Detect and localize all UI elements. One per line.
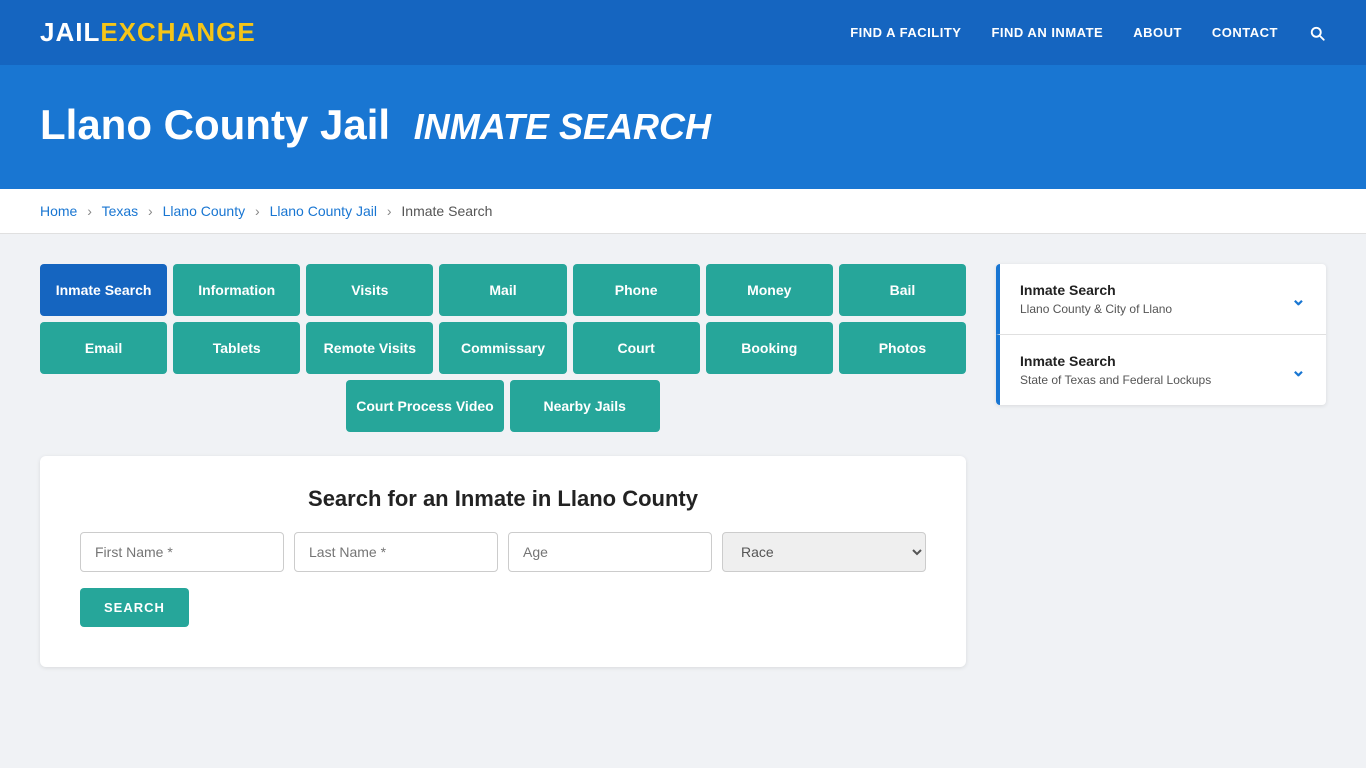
tab-tablets[interactable]: Tablets [173,322,300,374]
sep4: › [387,203,392,219]
nav-find-inmate[interactable]: FIND AN INMATE [991,25,1103,40]
tab-mail[interactable]: Mail [439,264,566,316]
first-name-input[interactable] [80,532,284,572]
sidebar-item-state-text: Inmate Search State of Texas and Federal… [1020,353,1211,387]
main-nav: FIND A FACILITY FIND AN INMATE ABOUT CON… [850,24,1326,42]
tab-commissary[interactable]: Commissary [439,322,566,374]
sep1: › [87,203,92,219]
breadcrumb-home[interactable]: Home [40,203,77,219]
tab-court-process-video[interactable]: Court Process Video [346,380,503,432]
site-logo[interactable]: JAILEXCHANGE [40,17,256,48]
sep3: › [255,203,260,219]
breadcrumb-llano-jail[interactable]: Llano County Jail [270,203,377,219]
breadcrumb-llano-county[interactable]: Llano County [163,203,246,219]
page-heading: Llano County Jail INMATE SEARCH [40,101,1326,149]
sep2: › [148,203,153,219]
tab-inmate-search[interactable]: Inmate Search [40,264,167,316]
tabs-row1: Inmate Search Information Visits Mail Ph… [40,264,966,316]
sidebar-item-local[interactable]: Inmate Search Llano County & City of Lla… [996,264,1326,335]
chevron-down-icon: ⌄ [1291,289,1306,310]
tab-visits[interactable]: Visits [306,264,433,316]
breadcrumb-current: Inmate Search [401,203,492,219]
breadcrumb: Home › Texas › Llano County › Llano Coun… [0,189,1366,234]
tabs-row3: Court Process Video Nearby Jails [40,380,966,432]
search-inputs: Race White Black Hispanic Asian Native A… [80,532,926,572]
inmate-search-card: Search for an Inmate in Llano County Rac… [40,456,966,667]
hero-title-main: Llano County Jail [40,101,390,148]
main-content: Inmate Search Information Visits Mail Ph… [0,234,1366,697]
last-name-input[interactable] [294,532,498,572]
sidebar-item-local-subtitle: Llano County & City of Llano [1020,302,1172,316]
sidebar-item-state-title: Inmate Search [1020,353,1211,369]
sidebar-item-local-title: Inmate Search [1020,282,1172,298]
sidebar-item-state[interactable]: Inmate Search State of Texas and Federal… [996,335,1326,405]
tab-money[interactable]: Money [706,264,833,316]
nav-find-facility[interactable]: FIND A FACILITY [850,25,961,40]
site-header: JAILEXCHANGE FIND A FACILITY FIND AN INM… [0,0,1366,65]
tab-information[interactable]: Information [173,264,300,316]
race-select[interactable]: Race White Black Hispanic Asian Native A… [722,532,926,572]
sidebar-item-local-text: Inmate Search Llano County & City of Lla… [1020,282,1172,316]
tab-bail[interactable]: Bail [839,264,966,316]
breadcrumb-texas[interactable]: Texas [102,203,139,219]
tabs-row2: Email Tablets Remote Visits Commissary C… [40,322,966,374]
right-sidebar: Inmate Search Llano County & City of Lla… [996,264,1326,405]
tab-email[interactable]: Email [40,322,167,374]
nav-contact[interactable]: CONTACT [1212,25,1278,40]
chevron-down-icon-2: ⌄ [1291,360,1306,381]
tab-court[interactable]: Court [573,322,700,374]
sidebar-card: Inmate Search Llano County & City of Lla… [996,264,1326,405]
tab-remote-visits[interactable]: Remote Visits [306,322,433,374]
hero-section: Llano County Jail INMATE SEARCH [0,65,1366,189]
hero-title-italic: INMATE SEARCH [414,106,711,147]
sidebar-item-state-subtitle: State of Texas and Federal Lockups [1020,373,1211,387]
search-form-title: Search for an Inmate in Llano County [80,486,926,512]
search-button[interactable]: SEARCH [80,588,189,627]
tab-nearby-jails[interactable]: Nearby Jails [510,380,660,432]
search-icon [1308,24,1326,42]
left-column: Inmate Search Information Visits Mail Ph… [40,264,966,667]
tab-phone[interactable]: Phone [573,264,700,316]
search-icon-button[interactable] [1308,24,1326,42]
nav-about[interactable]: ABOUT [1133,25,1182,40]
tab-photos[interactable]: Photos [839,322,966,374]
age-input[interactable] [508,532,712,572]
tab-booking[interactable]: Booking [706,322,833,374]
